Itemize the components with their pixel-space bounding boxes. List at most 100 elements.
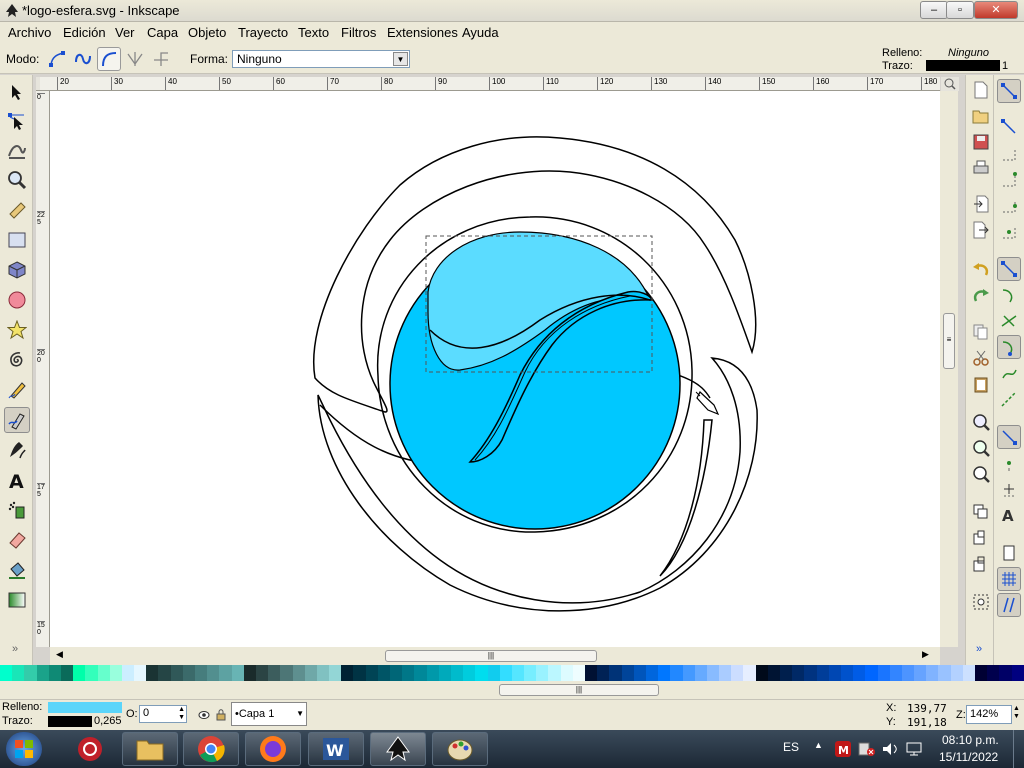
palette-swatch[interactable]	[792, 665, 805, 681]
ellipse-tool[interactable]	[4, 287, 30, 313]
palette-swatch[interactable]	[621, 665, 634, 681]
snap-bbox-midpoint-button[interactable]	[997, 193, 1021, 217]
palette-swatch[interactable]	[743, 665, 756, 681]
status-stroke-width[interactable]: 0,265	[94, 715, 122, 727]
clock-time[interactable]: 08:10 p.m.	[942, 733, 999, 747]
palette-swatch[interactable]	[536, 665, 549, 681]
palette-swatch[interactable]	[645, 665, 659, 681]
palette-swatch[interactable]	[828, 665, 841, 681]
snap-line-midpoints-button[interactable]	[997, 387, 1021, 411]
palette-scroll-thumb[interactable]: |||	[499, 684, 659, 696]
menu-ayuda[interactable]: Ayuda	[462, 25, 499, 40]
palette-swatch[interactable]	[243, 665, 256, 681]
maximize-button[interactable]: ▫	[946, 1, 974, 19]
3dbox-tool[interactable]	[4, 257, 30, 283]
palette-swatch[interactable]	[633, 665, 646, 681]
measure-tool[interactable]	[4, 197, 30, 223]
palette-swatch[interactable]	[524, 665, 537, 681]
palette-swatch[interactable]	[292, 665, 305, 681]
export-button[interactable]	[970, 219, 992, 241]
snap-cusp-nodes-button[interactable]	[997, 335, 1021, 359]
palette-swatch[interactable]	[207, 665, 220, 681]
snap-object-midpoints-button[interactable]	[997, 451, 1021, 475]
snap-bbox-center-button[interactable]	[997, 219, 1021, 243]
palette-swatch[interactable]	[499, 665, 512, 681]
shape-select[interactable]: Ninguno ▼	[232, 50, 410, 68]
zoom-drawing-button[interactable]	[970, 437, 992, 459]
palette-swatch[interactable]	[755, 665, 768, 681]
snap-nodes-button[interactable]	[997, 257, 1021, 281]
palette-swatch[interactable]	[158, 665, 171, 681]
calligraphy-tool[interactable]	[4, 437, 30, 463]
palette-swatch[interactable]	[97, 665, 110, 681]
spinner-arrows-icon[interactable]: ▲ ▼	[178, 706, 185, 722]
minimize-button[interactable]: –	[920, 1, 948, 19]
snap-guides-button[interactable]	[997, 593, 1021, 617]
taskbar-word[interactable]: W	[308, 732, 364, 766]
text-tool[interactable]: A	[4, 467, 30, 493]
open-button[interactable]	[970, 105, 992, 127]
palette-swatch[interactable]	[316, 665, 330, 681]
save-button[interactable]	[970, 131, 992, 153]
clock-date[interactable]: 15/11/2022	[939, 750, 998, 764]
palette-swatch[interactable]	[463, 665, 476, 681]
new-document-button[interactable]	[970, 79, 992, 101]
snap-others-button[interactable]	[997, 425, 1021, 449]
palette-swatch[interactable]	[60, 665, 74, 681]
palette-swatch[interactable]	[109, 665, 122, 681]
lock-icon[interactable]	[216, 709, 226, 721]
menu-extensiones[interactable]: Extensiones	[387, 25, 458, 40]
palette-swatch[interactable]	[390, 665, 403, 681]
duplicate-button[interactable]	[970, 501, 992, 523]
volume-icon[interactable]	[882, 741, 900, 757]
spray-tool[interactable]	[4, 497, 30, 523]
palette-swatch[interactable]	[231, 665, 244, 681]
palette-swatch[interactable]	[0, 665, 13, 681]
commands-overflow-icon[interactable]: »	[976, 643, 982, 655]
show-desktop-button[interactable]	[1013, 730, 1024, 768]
palette-swatch[interactable]	[255, 665, 269, 681]
tray-network-warning-icon[interactable]	[858, 741, 876, 757]
snap-grid-button[interactable]	[997, 567, 1021, 591]
palette-swatch[interactable]	[926, 665, 939, 681]
language-indicator[interactable]: ES	[783, 740, 799, 754]
palette-swatch[interactable]	[889, 665, 902, 681]
palette-swatch[interactable]	[719, 665, 732, 681]
palette-swatch[interactable]	[475, 665, 488, 681]
palette-swatch[interactable]	[341, 665, 354, 681]
palette-swatch[interactable]	[134, 665, 147, 681]
palette-swatch[interactable]	[548, 665, 561, 681]
spiral-tool[interactable]	[4, 347, 30, 373]
palette-swatch[interactable]	[414, 665, 427, 681]
tweak-tool[interactable]	[4, 137, 30, 163]
horizontal-scroll-thumb[interactable]: |||	[385, 650, 597, 662]
paint-bucket-tool[interactable]	[4, 557, 30, 583]
zoom-spinner-arrows-icon[interactable]: ▲ ▼	[1013, 705, 1020, 721]
palette-swatch[interactable]	[560, 665, 573, 681]
palette-swatch[interactable]	[511, 665, 525, 681]
eye-icon[interactable]	[198, 710, 210, 720]
palette-swatch[interactable]	[121, 665, 135, 681]
clone-button[interactable]	[970, 527, 992, 549]
palette-swatch[interactable]	[438, 665, 451, 681]
snap-smooth-nodes-button[interactable]	[997, 361, 1021, 385]
palette-swatch[interactable]	[353, 665, 366, 681]
bezier-mode-button[interactable]	[45, 47, 69, 71]
palette-swatch[interactable]	[572, 665, 585, 681]
scroll-right-icon[interactable]: ▶	[922, 649, 929, 660]
opacity-spinner[interactable]: 0 ▲ ▼	[139, 705, 187, 723]
palette-swatch[interactable]	[1011, 665, 1024, 681]
palette-swatch[interactable]	[901, 665, 915, 681]
taskbar-paint[interactable]	[432, 732, 488, 766]
palette-swatch[interactable]	[402, 665, 415, 681]
menu-objeto[interactable]: Objeto	[188, 25, 226, 40]
taskbar-chrome[interactable]	[183, 732, 239, 766]
paste-button[interactable]	[970, 373, 992, 395]
fill-stroke-indicator[interactable]: Relleno: Ninguno Trazo: 1	[878, 46, 1024, 74]
zoom-spinner[interactable]: 142%	[966, 705, 1012, 724]
snap-page-border-button[interactable]	[997, 541, 1021, 565]
palette-swatch[interactable]	[706, 665, 720, 681]
snap-toggle[interactable]	[997, 79, 1021, 103]
menu-ver[interactable]: Ver	[115, 25, 135, 40]
pencil-tool[interactable]	[4, 377, 30, 403]
